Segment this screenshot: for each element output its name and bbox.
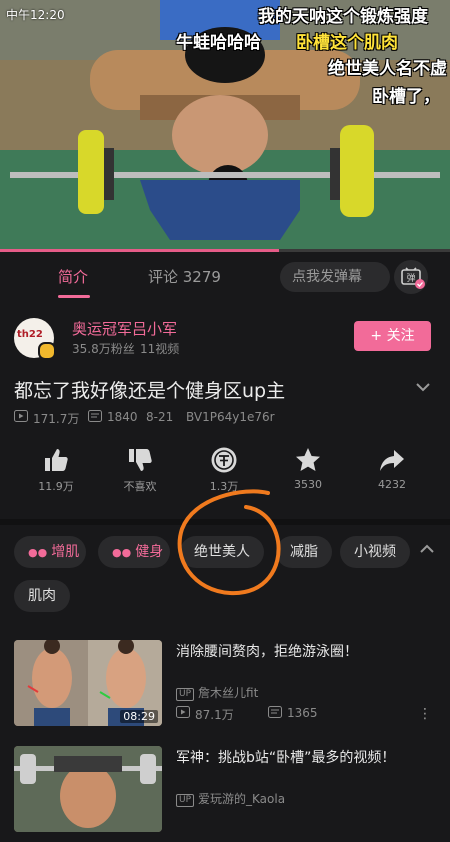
tag-label: 绝世美人 xyxy=(194,544,250,560)
danmaku-input[interactable]: 点我发弹幕 xyxy=(280,262,390,292)
more-options-icon[interactable]: ⋮ xyxy=(418,706,432,722)
tab-comments[interactable]: 评论 3279 xyxy=(148,266,221,287)
recommendation-stats: 87.1万 1365 xyxy=(176,706,426,722)
coin-button[interactable]: 1.3万 xyxy=(194,446,254,494)
favorite-count: 3530 xyxy=(294,478,322,491)
uploader-video-count: 11视频 xyxy=(140,342,180,356)
bv-id: BV1P64y1e76r xyxy=(186,410,275,424)
thumbs-down-icon xyxy=(129,449,152,471)
tag-label: 小视频 xyxy=(354,544,396,560)
recommendation-title: 消除腰间赘肉，拒绝游泳圈！ xyxy=(176,644,358,660)
tag-chip[interactable]: 绝世美人 xyxy=(180,536,264,568)
danmaku-comment: 我的天呐这个锻炼强度 xyxy=(258,7,428,27)
channel-icon: ●● xyxy=(112,546,132,559)
uploader-name[interactable]: 奥运冠军吕小军 xyxy=(72,318,177,339)
coin-count: 1.3万 xyxy=(209,480,239,493)
view-count: 171.7万 xyxy=(33,412,80,426)
status-time: 中午12:20 xyxy=(6,8,65,22)
recommendation-title: 军神：挑战b站“卧槽”最多的视频！ xyxy=(176,750,396,766)
dislike-label: 不喜欢 xyxy=(123,480,157,493)
recommendation-uploader: UP 詹木丝儿fit xyxy=(176,684,258,701)
danmaku-comment: 卧槽这个肌肉 xyxy=(296,33,398,53)
up-badge-icon: UP xyxy=(176,794,195,807)
danmaku-icon: 弹 xyxy=(401,267,425,289)
avatar-text: th22 xyxy=(17,329,43,340)
tag-chip[interactable]: 肌肉 xyxy=(14,580,70,612)
thumbs-up-icon xyxy=(45,449,68,471)
thumbnail-image xyxy=(14,746,162,832)
dislike-button[interactable]: 不喜欢 xyxy=(110,446,170,494)
action-bar: 11.9万 不喜欢 1.3万 3530 4232 xyxy=(0,446,450,498)
danmaku-comment: 绝世美人名不虚 xyxy=(328,59,447,79)
video-player[interactable]: 中午12:20 我的天呐这个锻炼强度 牛蛙哈哈哈 卧槽这个肌肉 绝世美人名不虚 … xyxy=(0,0,450,252)
tag-chip[interactable]: 减脂 xyxy=(276,536,332,568)
video-thumbnail[interactable] xyxy=(14,746,162,832)
video-title: 都忘了我好像还是个健身区up主 xyxy=(14,380,286,402)
tag-label: 减脂 xyxy=(290,544,318,560)
video-progress-fill xyxy=(0,249,279,252)
tab-active-indicator xyxy=(58,295,90,298)
up-badge-icon: UP xyxy=(176,688,195,701)
danmaku-count: 1365 xyxy=(287,706,318,720)
recommendation-card[interactable]: 军神：挑战b站“卧槽”最多的视频！ UP 爱玩游的_Kaola xyxy=(0,746,450,842)
tag-label: 增肌 xyxy=(51,544,80,560)
danmaku-count-icon xyxy=(88,410,102,425)
recommendation-card[interactable]: 08:29 消除腰间赘肉，拒绝游泳圈！ UP 詹木丝儿fit 87.1万 1365… xyxy=(0,640,450,736)
uploader-label: 詹木丝儿fit xyxy=(198,686,259,700)
tag-label: 肌肉 xyxy=(28,588,56,604)
uploader-fans: 35.8万粉丝 xyxy=(72,342,135,356)
detail-tabs: 简介 评论 3279 点我发弹幕 弹 xyxy=(0,254,450,300)
star-icon xyxy=(296,448,320,471)
danmaku-count: 1840 xyxy=(107,410,138,424)
danmaku-comment: 卧槽了， xyxy=(372,87,440,107)
publish-date: 8-21 xyxy=(146,410,174,424)
view-count: 87.1万 xyxy=(195,708,234,722)
play-count-icon xyxy=(14,410,28,425)
favorite-button[interactable]: 3530 xyxy=(278,446,338,491)
danmaku-toggle-button[interactable]: 弹 xyxy=(394,260,428,294)
svg-text:弹: 弹 xyxy=(406,272,415,284)
danmaku-count-icon xyxy=(268,706,282,721)
play-count-icon xyxy=(176,706,190,721)
verified-badge-icon xyxy=(38,342,56,360)
tag-chip[interactable]: ●● 健身 xyxy=(98,536,170,568)
video-thumbnail[interactable]: 08:29 xyxy=(14,640,162,726)
share-icon xyxy=(380,450,404,471)
coin-icon xyxy=(211,447,237,473)
chevron-down-icon[interactable] xyxy=(414,378,432,396)
tag-chip[interactable]: 小视频 xyxy=(340,536,410,568)
uploader-label: 爱玩游的_Kaola xyxy=(198,792,286,806)
share-count: 4232 xyxy=(378,478,406,491)
like-button[interactable]: 11.9万 xyxy=(26,446,86,494)
follow-button[interactable]: + 关注 xyxy=(354,321,431,351)
chevron-up-icon[interactable] xyxy=(418,540,436,558)
channel-icon: ●● xyxy=(28,546,48,559)
uploader-row: th22 奥运冠军吕小军 35.8万粉丝 11视频 + 关注 xyxy=(0,312,450,362)
tag-chip[interactable]: ●● 增肌 xyxy=(14,536,86,568)
video-duration: 08:29 xyxy=(120,710,158,723)
tag-label: 健身 xyxy=(135,544,164,560)
danmaku-comment: 牛蛙哈哈哈 xyxy=(176,33,261,53)
like-count: 11.9万 xyxy=(38,480,74,493)
share-button[interactable]: 4232 xyxy=(362,446,422,491)
tab-intro[interactable]: 简介 xyxy=(58,266,88,287)
recommendation-uploader: UP 爱玩游的_Kaola xyxy=(176,790,285,807)
section-divider xyxy=(0,519,450,525)
video-progress-bar[interactable] xyxy=(0,249,450,252)
